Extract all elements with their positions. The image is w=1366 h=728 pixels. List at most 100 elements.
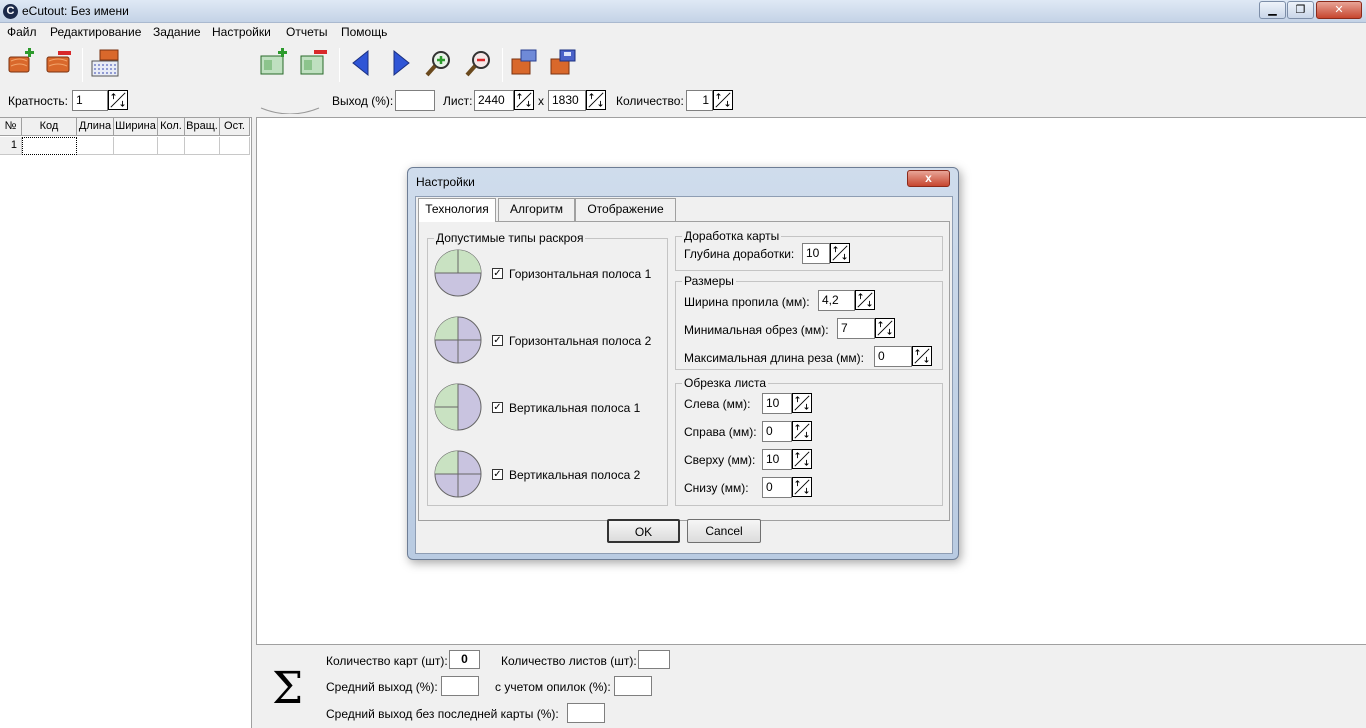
column-header-number[interactable]: № xyxy=(0,118,22,136)
trim-left-spinner-icon[interactable] xyxy=(792,393,812,413)
vertical-strip-1-checkbox[interactable]: ✓ xyxy=(492,402,503,413)
avg-yield-no-last-label: Средний выход без последней карты (%): xyxy=(326,707,559,721)
min-trim-input[interactable]: 7 xyxy=(837,318,875,339)
column-header-code[interactable]: Код xyxy=(22,118,77,136)
vertical-strip-1-label: Вертикальная полоса 1 xyxy=(509,401,641,415)
trim-right-input[interactable]: 0 xyxy=(762,421,792,442)
multiplicity-spinner-icon[interactable] xyxy=(108,90,128,110)
technology-panel: Допустимые типы раскроя ✓ Горизонтальная… xyxy=(418,221,950,521)
sheet-trim-title: Обрезка листа xyxy=(682,376,769,390)
kerf-width-input[interactable]: 4,2 xyxy=(818,290,855,311)
menu-help[interactable]: Помощь xyxy=(341,25,387,39)
column-header-rotation[interactable]: Вращ. xyxy=(185,118,220,136)
next-icon[interactable] xyxy=(386,48,416,78)
trim-left-input[interactable]: 10 xyxy=(762,393,792,414)
length-cell[interactable] xyxy=(77,137,114,155)
vertical-strip-2-checkbox[interactable]: ✓ xyxy=(492,469,503,480)
code-cell[interactable] xyxy=(22,137,77,155)
tab-algorithm[interactable]: Алгоритм xyxy=(498,198,575,221)
tab-technology[interactable]: Технология xyxy=(418,198,496,222)
menu-task[interactable]: Задание xyxy=(153,25,201,39)
save-icon[interactable] xyxy=(548,48,578,78)
add-part-icon[interactable] xyxy=(6,48,36,78)
toolbar-separator xyxy=(339,48,340,82)
cancel-button[interactable]: Cancel xyxy=(687,519,761,543)
sheets-count-label: Количество листов (шт): xyxy=(501,654,637,668)
multiplicity-label: Кратность: xyxy=(8,94,68,108)
min-trim-label: Минимальная обрез (мм): xyxy=(684,323,829,337)
trim-bottom-input[interactable]: 0 xyxy=(762,477,792,498)
sheets-count-value xyxy=(638,650,670,669)
tab-display[interactable]: Отображение xyxy=(575,198,676,221)
avg-yield-value xyxy=(441,676,479,696)
menu-reports[interactable]: Отчеты xyxy=(286,25,327,39)
horizontal-strip-2-checkbox[interactable]: ✓ xyxy=(492,335,503,346)
trim-bottom-spinner-icon[interactable] xyxy=(792,477,812,497)
zoom-out-icon[interactable] xyxy=(464,48,494,78)
quantity-cell[interactable] xyxy=(158,137,185,155)
quantity-input[interactable]: 1 xyxy=(686,90,713,111)
avg-yield-label: Средний выход (%): xyxy=(326,680,438,694)
sheet-height-spinner-icon[interactable] xyxy=(586,90,606,110)
dialog-close-button[interactable]: x xyxy=(907,170,950,187)
remove-part-icon[interactable] xyxy=(44,48,74,78)
remainder-cell[interactable] xyxy=(220,137,250,155)
sheet-trim-group: Обрезка листа Слева (мм): 10 Справа (мм)… xyxy=(675,376,943,506)
times-sign: x xyxy=(538,94,544,108)
horizontal-strip-2-icon xyxy=(434,316,482,364)
row-number-cell: 1 xyxy=(0,137,22,155)
vertical-strip-2-icon xyxy=(434,450,482,498)
sigma-icon: Σ xyxy=(272,663,304,714)
add-sheet-icon[interactable] xyxy=(259,48,289,78)
trim-top-input[interactable]: 10 xyxy=(762,449,792,470)
sheet-height-input[interactable]: 1830 xyxy=(548,90,586,111)
open-icon[interactable] xyxy=(509,48,539,78)
menu-edit[interactable]: Редактирование xyxy=(50,25,141,39)
cut-types-title: Допустимые типы раскроя xyxy=(434,231,586,245)
trim-top-spinner-icon[interactable] xyxy=(792,449,812,469)
quantity-spinner-icon[interactable] xyxy=(713,90,733,110)
toolbar-separator xyxy=(82,48,83,82)
max-cut-length-spinner-icon[interactable] xyxy=(912,346,932,366)
rotation-cell[interactable] xyxy=(185,137,220,155)
trim-right-spinner-icon[interactable] xyxy=(792,421,812,441)
sheet-width-input[interactable]: 2440 xyxy=(474,90,514,111)
parts-grid[interactable]: № Код Длина Ширина Кол. Вращ. Ост. 1 xyxy=(0,117,252,728)
column-header-length[interactable]: Длина xyxy=(77,118,114,136)
multiplicity-input[interactable]: 1 xyxy=(72,90,108,111)
with-sawdust-value xyxy=(614,676,652,696)
sheet-width-spinner-icon[interactable] xyxy=(514,90,534,110)
menu-settings[interactable]: Настройки xyxy=(212,25,271,39)
parts-list-icon[interactable] xyxy=(90,48,120,78)
refine-depth-spinner-icon[interactable] xyxy=(830,243,850,263)
map-refine-group: Доработка карты Глубина доработки: 10 xyxy=(675,229,943,271)
maps-count-value: 0 xyxy=(449,650,480,669)
maps-count-label: Количество карт (шт): xyxy=(326,654,448,668)
ok-button[interactable]: OK xyxy=(607,519,680,543)
refine-depth-label: Глубина доработки: xyxy=(684,247,795,261)
sizes-group: Размеры Ширина пропила (мм): 4,2 Минимал… xyxy=(675,274,943,370)
minimize-button[interactable]: ▁ xyxy=(1259,1,1286,19)
refine-depth-input[interactable]: 10 xyxy=(802,243,830,264)
max-cut-length-input[interactable]: 0 xyxy=(874,346,912,367)
prev-icon[interactable] xyxy=(346,48,376,78)
title-bar: C eCutout: Без имени ▁ ❐ ✕ xyxy=(0,0,1366,23)
maximize-button[interactable]: ❐ xyxy=(1287,1,1314,19)
trim-left-label: Слева (мм): xyxy=(684,397,751,411)
column-header-remainder[interactable]: Ост. xyxy=(220,118,250,136)
yield-input[interactable] xyxy=(395,90,435,111)
min-trim-spinner-icon[interactable] xyxy=(875,318,895,338)
horizontal-strip-1-checkbox[interactable]: ✓ xyxy=(492,268,503,279)
kerf-width-spinner-icon[interactable] xyxy=(855,290,875,310)
width-cell[interactable] xyxy=(114,137,158,155)
close-button[interactable]: ✕ xyxy=(1316,1,1362,19)
max-cut-length-label: Максимальная длина реза (мм): xyxy=(684,351,864,365)
remove-sheet-icon[interactable] xyxy=(299,48,329,78)
zoom-in-icon[interactable] xyxy=(424,48,454,78)
menu-file[interactable]: Файл xyxy=(7,25,37,39)
settings-dialog: Настройки x Технология Алгоритм Отображе… xyxy=(407,167,959,560)
app-icon: C xyxy=(3,4,18,19)
map-refine-title: Доработка карты xyxy=(682,229,782,243)
column-header-width[interactable]: Ширина xyxy=(114,118,158,136)
column-header-quantity[interactable]: Кол. xyxy=(158,118,185,136)
